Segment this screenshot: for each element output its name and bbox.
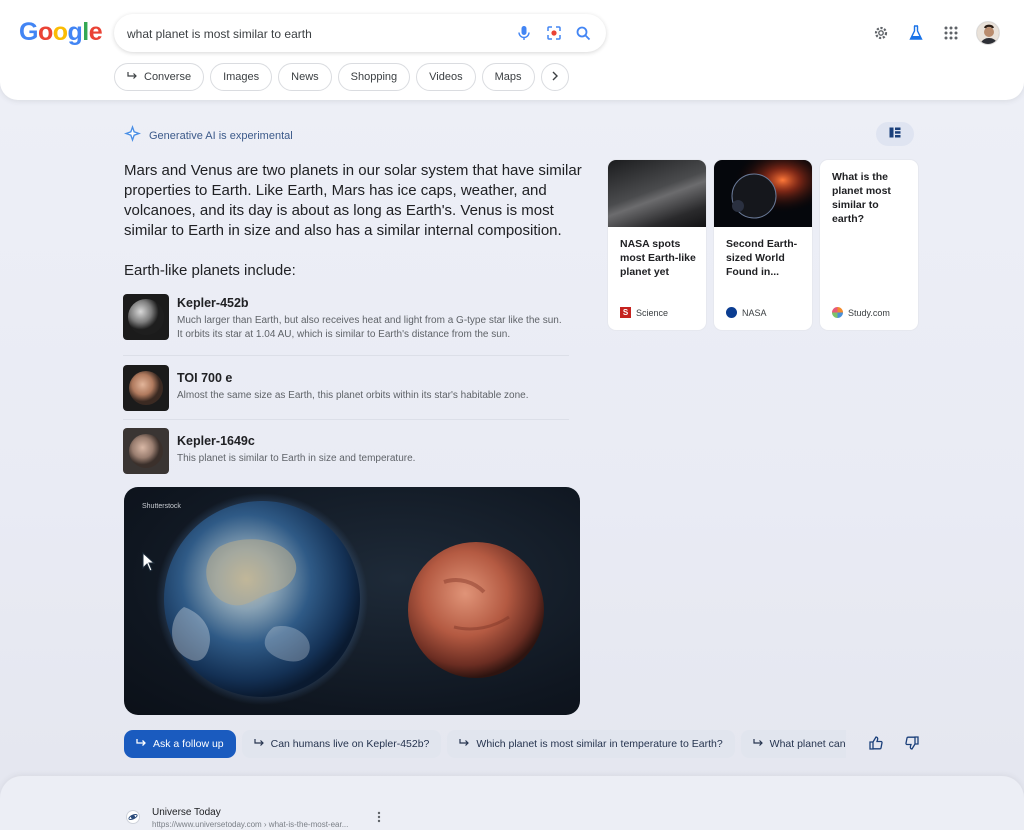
planet-name: Kepler-452b [177,296,249,310]
card-source-name: NASA [742,307,767,318]
tab-images[interactable]: Images [210,63,273,91]
ai-badge-label: Generative AI is experimental [149,130,293,142]
mouse-pointer-icon [142,551,156,577]
tab-label: News [291,71,319,83]
more-tabs-button[interactable] [540,63,569,91]
earth-mars-image[interactable]: Shutterstock [124,487,580,715]
planet-name: TOI 700 e [177,371,233,385]
source-card[interactable]: Second Earth-sized World Found in... NAS… [714,160,812,330]
chevron-right-icon [551,71,559,84]
source-card[interactable]: NASA spots most Earth-like planet yet S … [608,160,706,330]
result-site-name[interactable]: Universe Today [152,807,221,818]
tab-shopping[interactable]: Shopping [337,63,411,91]
list-item[interactable]: Kepler-1649c This planet is similar to E… [123,420,569,484]
layout-panel-icon [889,125,901,143]
result-url[interactable]: https://www.universetoday.com › what-is-… [152,820,348,829]
logo-letter: o [37,18,53,46]
source-cards: NASA spots most Earth-like planet yet S … [608,160,918,330]
card-source-name: Science [636,307,669,318]
search-header: Google Converse Images News Shopping Vid… [0,0,1024,100]
google-logo[interactable]: Google [19,18,103,47]
search-input[interactable] [127,25,507,43]
card-source: S Science [620,307,668,318]
follow-up-label: Ask a follow up [153,738,224,750]
card-title: Second Earth-sized World Found in... [726,238,798,278]
earth-like-subhead: Earth-like planets include: [124,262,296,279]
arrow-return-icon [127,71,138,84]
card-source: NASA [726,307,767,318]
tab-label: Videos [429,71,463,83]
logo-letter: o [52,18,68,46]
thumbs-up-icon[interactable] [867,734,885,752]
tab-label: Shopping [350,71,398,83]
planet-description: Much larger than Earth, but also receive… [177,315,562,340]
planet-thumbnail [123,294,169,340]
settings-gear-icon[interactable] [870,22,892,44]
planet-name: Kepler-1649c [177,434,255,448]
logo-letter: G [19,18,38,46]
list-item[interactable]: Kepler-452b Much larger than Earth, but … [123,290,569,356]
ai-summary: Mars and Venus are two planets in our so… [124,162,582,239]
nasa-favicon-icon [726,307,737,318]
planet-description: Almost the same size as Earth, this plan… [177,390,529,401]
image-credit: Shutterstock [142,503,181,510]
suggested-question-label: What planet can we [769,738,846,750]
tab-label: Images [223,71,260,83]
tab-label: Converse [144,71,192,83]
layout-toggle-button[interactable] [876,122,914,146]
planet-thumbnail [123,428,169,474]
logo-letter: e [88,18,103,46]
universe-today-favicon-icon [126,810,140,824]
arrow-return-icon [136,738,147,751]
search-box [114,14,606,52]
suggested-question-chip[interactable]: Which planet is most similar in temperat… [447,730,735,758]
suggested-question-chip[interactable]: What planet can we [740,730,846,758]
ask-follow-up-button[interactable]: Ask a follow up [124,730,236,758]
source-card[interactable]: What is the planet most similar to earth… [820,160,918,330]
earth-mars-illustration [156,493,544,705]
card-source: Study.com [832,307,890,318]
card-title: What is the planet most similar to earth… [832,171,891,225]
milky-way-thumbnail [608,160,706,227]
arrow-return-icon [459,738,470,751]
planet-list: Kepler-452b Much larger than Earth, but … [123,290,569,484]
suggested-question-label: Which planet is most similar in temperat… [476,738,723,750]
sparkle-icon [123,124,142,148]
tab-maps[interactable]: Maps [481,63,535,91]
labs-flask-icon[interactable] [905,22,927,44]
card-title: NASA spots most Earth-like planet yet [620,238,696,278]
study-com-favicon-icon [832,307,843,318]
exoplanet-thumbnail [714,160,812,227]
tab-videos[interactable]: Videos [416,63,476,91]
thumbs-down-icon[interactable] [903,734,921,752]
tab-news[interactable]: News [278,63,332,91]
more-options-icon[interactable] [377,810,385,824]
suggested-question-label: Can humans live on Kepler-452b? [270,738,430,750]
tab-label: Maps [494,71,522,83]
search-tabs: Converse Images News Shopping Videos Map… [114,63,569,91]
follow-up-bar: Ask a follow up Can humans live on Keple… [124,730,846,758]
planet-thumbnail [123,365,169,411]
arrow-return-icon [254,738,265,751]
tab-converse[interactable]: Converse [114,63,205,91]
ai-experimental-badge: Generative AI is experimental [123,124,293,148]
suggested-question-chip[interactable]: Can humans live on Kepler-452b? [241,730,442,758]
list-item[interactable]: TOI 700 e Almost the same size as Earth,… [123,356,569,420]
search-icon[interactable] [573,23,593,43]
logo-letter: g [67,18,83,46]
card-source-name: Study.com [848,307,890,318]
arrow-return-icon [753,738,764,751]
planet-description: This planet is similar to Earth in size … [177,453,416,464]
microphone-icon[interactable] [514,23,534,43]
science-favicon-icon: S [620,307,631,318]
apps-grid-icon[interactable] [940,22,962,44]
account-avatar[interactable] [976,21,1000,45]
camera-lens-icon[interactable] [544,23,564,43]
